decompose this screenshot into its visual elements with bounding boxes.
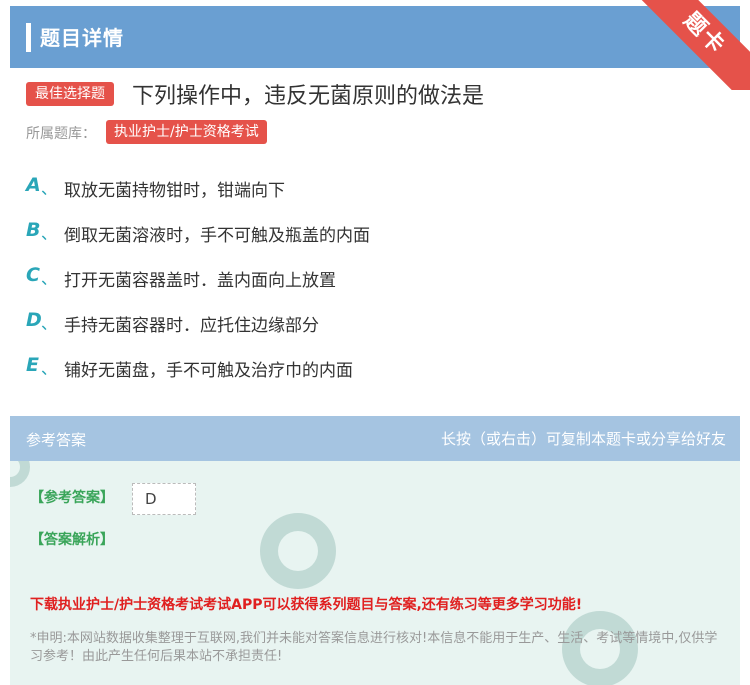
option-text: 手持无菌容器时．应托住边缘部分 bbox=[64, 316, 319, 336]
option-separator: 、 bbox=[41, 314, 58, 333]
option-text: 铺好无菌盘，手不可触及治疗巾的内面 bbox=[64, 361, 353, 381]
answer-value: D bbox=[132, 483, 196, 515]
corner-ribbon: 题卡 bbox=[640, 0, 750, 90]
page-title: 题目详情 bbox=[40, 26, 124, 50]
option-text: 倒取无菌溶液时，手不可触及瓶盖的内面 bbox=[64, 226, 370, 246]
answer-section-title: 参考答案 bbox=[26, 431, 87, 449]
option-separator: 、 bbox=[41, 224, 58, 243]
corner-tag: 题卡 bbox=[640, 0, 750, 90]
option-c[interactable]: C 、 打开无菌容器盖时．盖内面向上放置 bbox=[26, 260, 726, 291]
question-type-badge: 最佳选择题 bbox=[26, 82, 114, 106]
option-separator: 、 bbox=[41, 269, 58, 288]
option-d[interactable]: D 、 手持无菌容器时．应托住边缘部分 bbox=[26, 305, 726, 336]
option-text: 取放无菌持物钳时，钳端向下 bbox=[64, 181, 285, 201]
header-bar: 题目详情 bbox=[10, 6, 740, 68]
question-text: 下列操作中，违反无菌原则的做法是 bbox=[132, 84, 485, 109]
share-hint: 长按（或右击）可复制本题卡或分享给好友 bbox=[440, 430, 726, 448]
option-letter: D bbox=[26, 309, 42, 331]
option-letter: A bbox=[26, 174, 41, 196]
option-letter: E bbox=[26, 354, 39, 376]
option-a[interactable]: A 、 取放无菌持物钳时，钳端向下 bbox=[26, 170, 726, 201]
answer-section-header: 参考答案 长按（或右击）可复制本题卡或分享给好友 bbox=[10, 416, 740, 461]
app-download-promo[interactable]: 下载执业护士/护士资格考试考试APP可以获得系列题目与答案,还有练习等更多学习功… bbox=[30, 594, 582, 614]
option-e[interactable]: E 、 铺好无菌盘，手不可触及治疗巾的内面 bbox=[26, 350, 726, 381]
library-badge[interactable]: 执业护士/护士资格考试 bbox=[106, 120, 267, 144]
option-text: 打开无菌容器盖时．盖内面向上放置 bbox=[64, 271, 336, 291]
answer-section-body: 【参考答案】 D 【答案解析】 下载执业护士/护士资格考试考试APP可以获得系列… bbox=[10, 461, 740, 685]
title-accent-bar bbox=[26, 23, 31, 52]
option-separator: 、 bbox=[41, 359, 58, 378]
disclaimer-text: *申明:本网站数据收集整理于互联网,我们并未能对答案信息进行核对!本信息不能用于… bbox=[30, 631, 718, 664]
library-label: 所属题库： bbox=[26, 126, 96, 142]
option-letter: B bbox=[26, 219, 41, 241]
option-b[interactable]: B 、 倒取无菌溶液时，手不可触及瓶盖的内面 bbox=[26, 215, 726, 246]
option-letter: C bbox=[26, 264, 40, 286]
watermark-logo bbox=[260, 513, 336, 589]
watermark-logo bbox=[10, 461, 30, 487]
answer-label: 【参考答案】 bbox=[30, 490, 114, 506]
explanation-label: 【答案解析】 bbox=[30, 532, 114, 548]
option-separator: 、 bbox=[41, 179, 58, 198]
